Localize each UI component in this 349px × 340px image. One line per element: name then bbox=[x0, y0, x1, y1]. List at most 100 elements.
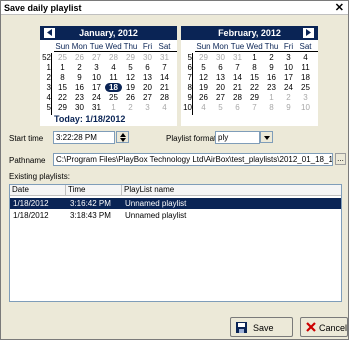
calendar-day[interactable]: 28 bbox=[105, 53, 122, 62]
calendar-day[interactable]: 19 bbox=[122, 83, 139, 92]
calendar-day[interactable]: 12 bbox=[122, 73, 139, 82]
table-row[interactable]: 1/18/2012 3:18:43 PM Unnamed playlist bbox=[10, 210, 341, 221]
calendar-day[interactable]: 18 bbox=[105, 83, 122, 92]
calendar-day[interactable]: 1 bbox=[263, 93, 280, 102]
calendar-day[interactable]: 4 bbox=[156, 103, 173, 112]
calendar-day[interactable]: 10 bbox=[280, 63, 297, 72]
calendar-day[interactable]: 21 bbox=[229, 83, 246, 92]
calendar-day[interactable]: 7 bbox=[156, 63, 173, 72]
calendar-day[interactable]: 25 bbox=[54, 53, 71, 62]
calendar-day[interactable]: 4 bbox=[297, 53, 314, 62]
calendar-day[interactable]: 6 bbox=[212, 63, 229, 72]
calendar-day[interactable]: 1 bbox=[105, 103, 122, 112]
calendar-day[interactable]: 24 bbox=[280, 83, 297, 92]
calendar-day[interactable]: 2 bbox=[280, 93, 297, 102]
calendar-day[interactable]: 13 bbox=[212, 73, 229, 82]
calendar-day[interactable]: 3 bbox=[88, 63, 105, 72]
calendar-day[interactable]: 28 bbox=[229, 93, 246, 102]
calendar-day[interactable]: 31 bbox=[156, 53, 173, 62]
calendar-day[interactable]: 16 bbox=[263, 73, 280, 82]
calendar-day[interactable]: 25 bbox=[297, 83, 314, 92]
calendar-day[interactable]: 8 bbox=[246, 63, 263, 72]
calendar-day[interactable]: 3 bbox=[280, 53, 297, 62]
calendar-day[interactable]: 6 bbox=[139, 63, 156, 72]
calendar-day[interactable]: 19 bbox=[195, 83, 212, 92]
playlist-format-select[interactable]: ply bbox=[215, 131, 260, 144]
calendar-day[interactable]: 22 bbox=[54, 93, 71, 102]
calendar-day[interactable]: 31 bbox=[229, 53, 246, 62]
calendar-day[interactable]: 7 bbox=[229, 63, 246, 72]
calendar-day[interactable]: 9 bbox=[71, 73, 88, 82]
calendar-day[interactable]: 14 bbox=[229, 73, 246, 82]
calendar-day[interactable]: 15 bbox=[54, 83, 71, 92]
calendar-day[interactable]: 3 bbox=[139, 103, 156, 112]
calendar-day[interactable]: 23 bbox=[71, 93, 88, 102]
calendar-day[interactable]: 26 bbox=[71, 53, 88, 62]
calendar-day[interactable]: 2 bbox=[122, 103, 139, 112]
calendar-day[interactable]: 29 bbox=[122, 53, 139, 62]
calendar-day[interactable]: 8 bbox=[263, 103, 280, 112]
calendar-day[interactable]: 11 bbox=[297, 63, 314, 72]
calendar-day[interactable]: 11 bbox=[105, 73, 122, 82]
calendar-day[interactable]: 30 bbox=[139, 53, 156, 62]
calendar-day[interactable]: 6 bbox=[229, 103, 246, 112]
pathname-input[interactable]: C:\Program Files\PlayBox Technology Ltd\… bbox=[53, 153, 333, 166]
calendar-day[interactable]: 14 bbox=[156, 73, 173, 82]
calendar-day[interactable]: 17 bbox=[280, 73, 297, 82]
calendar-day[interactable]: 29 bbox=[54, 103, 71, 112]
table-row[interactable]: 1/18/2012 3:16:42 PM Unnamed playlist bbox=[10, 198, 341, 209]
dropdown-button[interactable] bbox=[260, 131, 273, 143]
calendar-day[interactable]: 18 bbox=[297, 73, 314, 82]
calendar-day[interactable]: 27 bbox=[139, 93, 156, 102]
spin-down-icon[interactable] bbox=[117, 137, 128, 142]
start-time-spinner[interactable] bbox=[116, 131, 129, 143]
calendar-day[interactable]: 23 bbox=[263, 83, 280, 92]
calendar-day[interactable]: 9 bbox=[280, 103, 297, 112]
browse-button[interactable]: ... bbox=[335, 153, 346, 165]
calendar-day[interactable]: 16 bbox=[71, 83, 88, 92]
column-header-date[interactable]: Date bbox=[10, 185, 66, 196]
calendar-day[interactable]: 5 bbox=[195, 63, 212, 72]
calendar-day[interactable]: 26 bbox=[195, 93, 212, 102]
today-label[interactable]: Today: 1/18/2012 bbox=[54, 114, 125, 124]
calendar-day[interactable]: 12 bbox=[195, 73, 212, 82]
calendar-day[interactable]: 5 bbox=[122, 63, 139, 72]
calendar-day[interactable]: 2 bbox=[71, 63, 88, 72]
calendar-day[interactable]: 24 bbox=[88, 93, 105, 102]
calendar-day[interactable]: 5 bbox=[212, 103, 229, 112]
calendar-day[interactable]: 27 bbox=[88, 53, 105, 62]
calendar-day[interactable]: 25 bbox=[105, 93, 122, 102]
calendar-day[interactable]: 21 bbox=[156, 83, 173, 92]
calendar-day[interactable]: 1 bbox=[54, 63, 71, 72]
column-header-time[interactable]: Time bbox=[66, 185, 122, 196]
calendar-day[interactable]: 1 bbox=[246, 53, 263, 62]
calendar-day[interactable]: 4 bbox=[195, 103, 212, 112]
calendar-day[interactable]: 29 bbox=[246, 93, 263, 102]
calendar-day[interactable]: 7 bbox=[246, 103, 263, 112]
calendar-day[interactable]: 27 bbox=[212, 93, 229, 102]
calendar-day[interactable]: 20 bbox=[212, 83, 229, 92]
calendar-day[interactable]: 10 bbox=[88, 73, 105, 82]
close-icon[interactable]: ✕ bbox=[335, 1, 344, 14]
calendar-day[interactable]: 13 bbox=[139, 73, 156, 82]
calendar-day[interactable]: 10 bbox=[297, 103, 314, 112]
calendar-day[interactable]: 17 bbox=[88, 83, 105, 92]
column-header-name[interactable]: PlayList name bbox=[122, 185, 341, 196]
calendar-day[interactable]: 2 bbox=[263, 53, 280, 62]
start-time-input[interactable]: 3:22:28 PM bbox=[53, 131, 115, 144]
calendar-day[interactable]: 31 bbox=[88, 103, 105, 112]
calendar-day[interactable]: 15 bbox=[246, 73, 263, 82]
calendar-day[interactable]: 3 bbox=[297, 93, 314, 102]
cancel-button[interactable]: Cancel bbox=[300, 317, 348, 337]
save-button[interactable]: Save bbox=[230, 317, 293, 337]
calendar-day[interactable]: 20 bbox=[139, 83, 156, 92]
next-month-button[interactable] bbox=[303, 28, 314, 38]
calendar-day[interactable]: 4 bbox=[105, 63, 122, 72]
calendar-day[interactable]: 28 bbox=[156, 93, 173, 102]
calendar-day[interactable]: 26 bbox=[122, 93, 139, 102]
calendar-day[interactable]: 8 bbox=[54, 73, 71, 82]
calendar-day[interactable]: 22 bbox=[246, 83, 263, 92]
calendar-day[interactable]: 29 bbox=[195, 53, 212, 62]
calendar-day[interactable]: 9 bbox=[263, 63, 280, 72]
calendar-day[interactable]: 30 bbox=[71, 103, 88, 112]
